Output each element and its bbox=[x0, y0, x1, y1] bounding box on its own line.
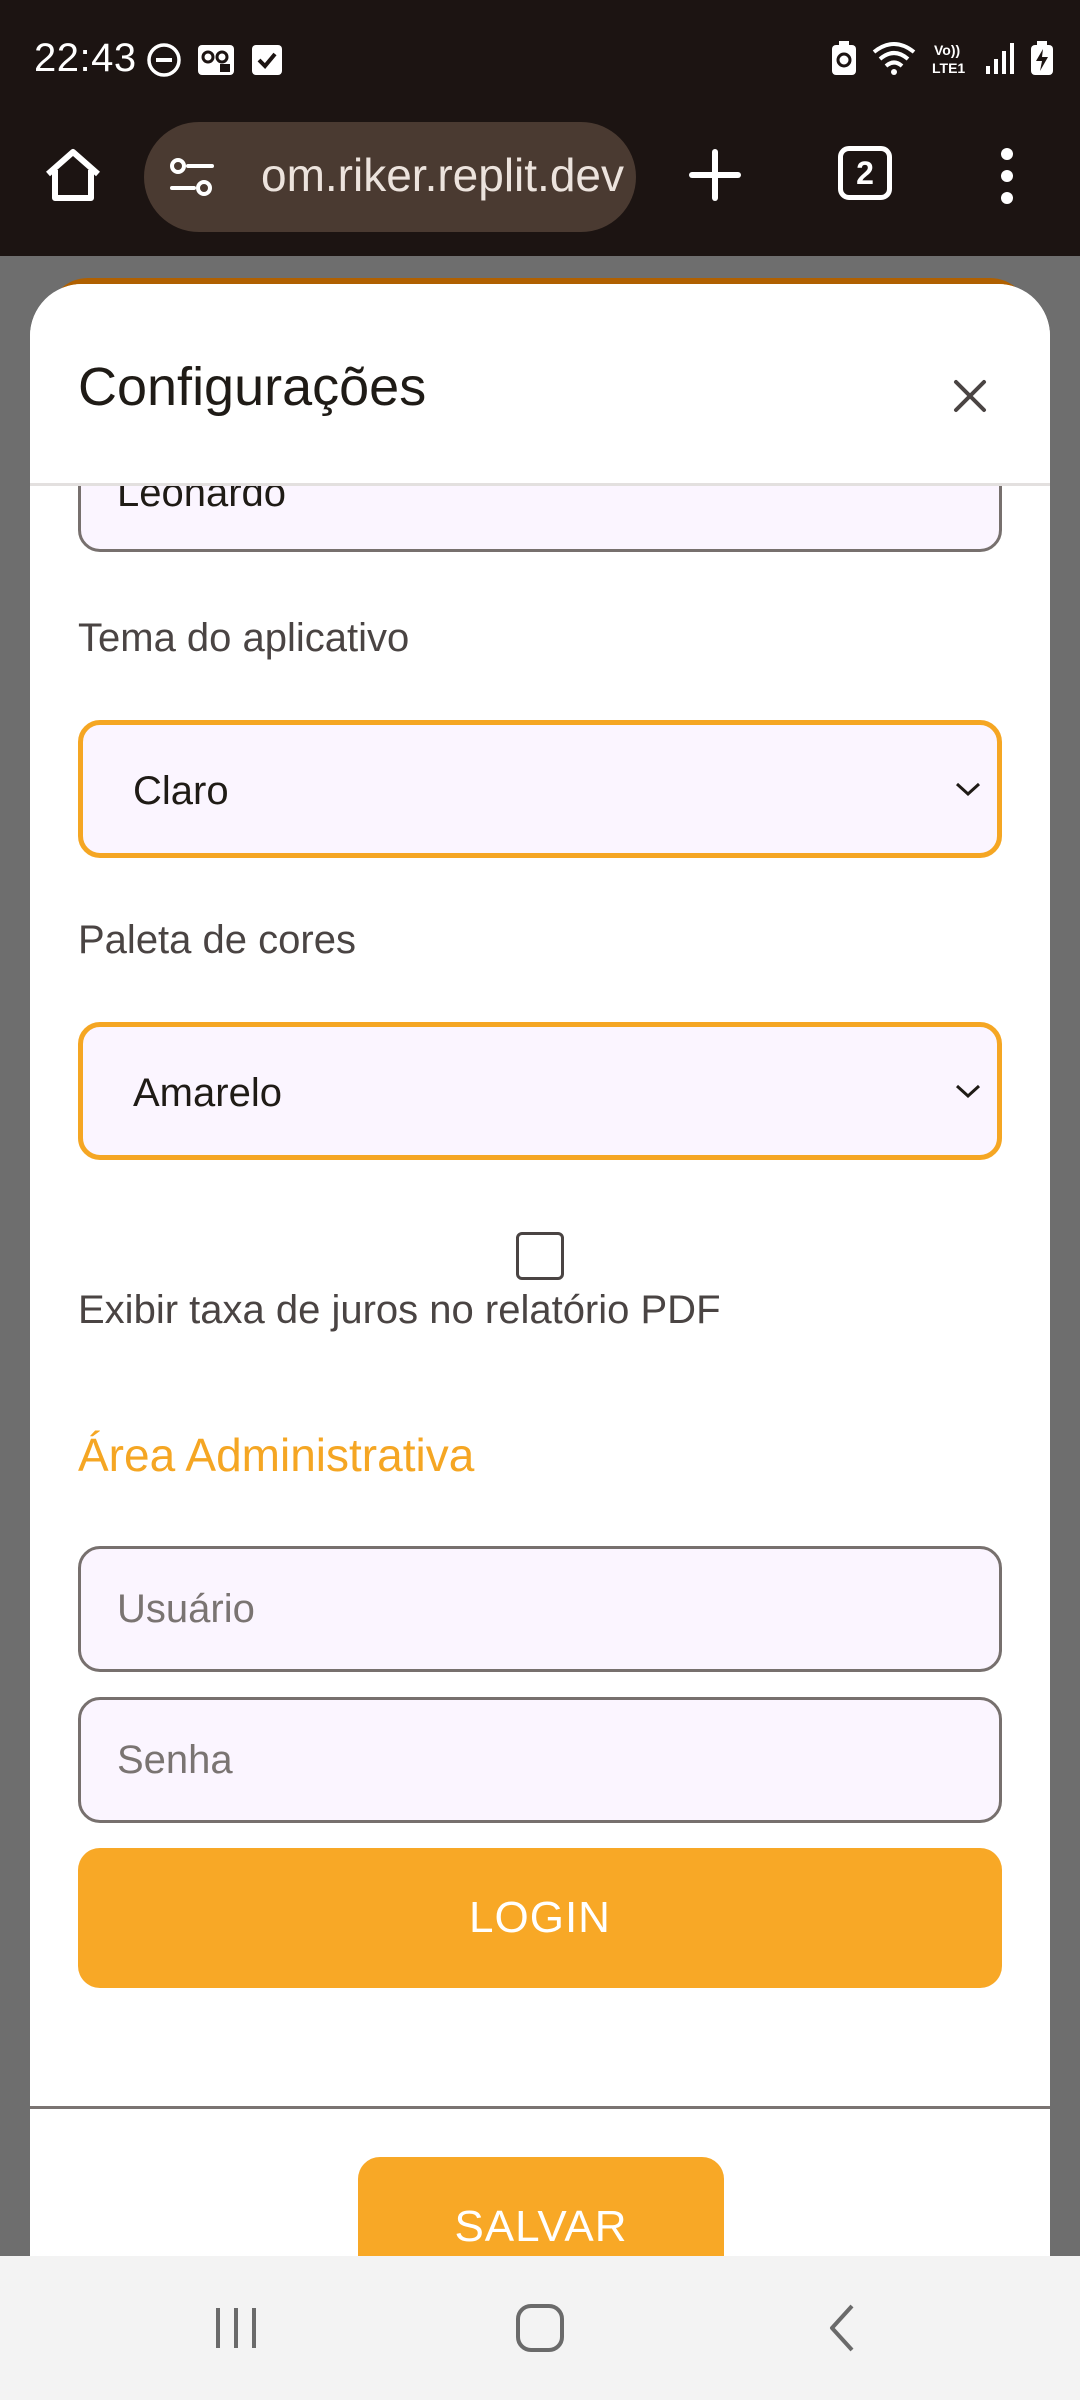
volte-icon: Vo)) LTE1 bbox=[932, 42, 965, 76]
tabs-icon[interactable]: 2 bbox=[838, 146, 892, 200]
home-nav-icon[interactable] bbox=[510, 2300, 570, 2356]
name-field-value: Leonardo bbox=[117, 486, 287, 515]
admin-section-title: Área Administrativa bbox=[78, 1429, 475, 1481]
do-not-disturb-icon bbox=[147, 43, 181, 77]
theme-select-value: Claro bbox=[133, 769, 229, 813]
username-input[interactable] bbox=[78, 1546, 1002, 1672]
interest-rate-checkbox-label: Exibir taxa de juros no relatório PDF bbox=[78, 1288, 721, 1332]
home-icon[interactable] bbox=[40, 142, 106, 208]
address-bar[interactable]: om.riker.replit.dev bbox=[144, 122, 636, 232]
palette-select[interactable]: Amarelo bbox=[78, 1022, 1002, 1160]
status-time: 22:43 bbox=[34, 36, 137, 80]
password-input[interactable] bbox=[78, 1697, 1002, 1823]
close-icon[interactable] bbox=[942, 368, 998, 424]
recent-apps-icon[interactable] bbox=[206, 2300, 266, 2356]
browser-toolbar: om.riker.replit.dev 2 bbox=[0, 122, 1080, 256]
back-icon[interactable] bbox=[814, 2300, 874, 2356]
status-right-icons: Vo)) LTE1 bbox=[830, 40, 1054, 76]
svg-text:Vo)): Vo)) bbox=[934, 42, 960, 58]
more-vert-icon[interactable] bbox=[992, 144, 1022, 208]
checkbox-notification-icon bbox=[252, 45, 282, 75]
site-info-icon[interactable] bbox=[166, 152, 218, 204]
voicemail-icon bbox=[198, 45, 234, 75]
name-field[interactable]: Leonardo bbox=[78, 486, 1002, 552]
theme-label: Tema do aplicativo bbox=[78, 616, 410, 660]
palette-label: Paleta de cores bbox=[78, 918, 356, 962]
modal-title: Configurações bbox=[78, 357, 427, 417]
system-nav-bar bbox=[0, 2256, 1080, 2400]
palette-select-value: Amarelo bbox=[133, 1071, 282, 1115]
svg-text:LTE1: LTE1 bbox=[932, 60, 965, 76]
modal-header: Configurações bbox=[30, 284, 1050, 486]
status-left-icons bbox=[146, 42, 284, 78]
plus-icon[interactable] bbox=[686, 146, 744, 204]
login-button[interactable]: LOGIN bbox=[78, 1848, 1002, 1988]
battery-charging-icon bbox=[1031, 41, 1053, 75]
status-bar: 22:43 Vo)) LTE1 bbox=[0, 0, 1080, 122]
settings-modal: Configurações Leonardo Tema do aplicativ… bbox=[30, 284, 1050, 2400]
signal-icon bbox=[986, 43, 1014, 74]
interest-rate-checkbox[interactable] bbox=[516, 1232, 564, 1280]
modal-body: Leonardo Tema do aplicativo Claro Paleta… bbox=[30, 486, 1050, 2106]
wifi-icon bbox=[872, 42, 916, 75]
url-text: om.riker.replit.dev bbox=[260, 149, 624, 201]
chevron-down-icon bbox=[955, 782, 981, 797]
theme-select[interactable]: Claro bbox=[78, 720, 1002, 858]
chevron-down-icon bbox=[955, 1084, 981, 1099]
battery-saver-icon bbox=[832, 41, 856, 75]
